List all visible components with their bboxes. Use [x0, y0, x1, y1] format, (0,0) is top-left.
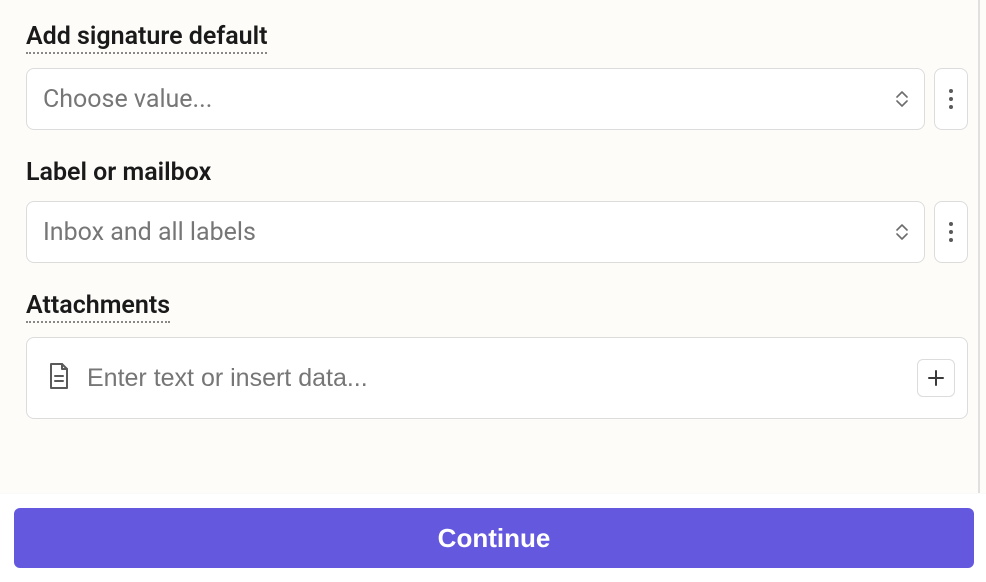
field-signature: Add signature default Choose value... [26, 22, 968, 130]
continue-button[interactable]: Continue [14, 508, 974, 568]
dots-vertical-icon [949, 222, 953, 242]
signature-select[interactable]: Choose value... [26, 68, 925, 130]
label-mailbox-select-placeholder: Inbox and all labels [43, 218, 896, 247]
attachments-box [26, 337, 968, 419]
chevron-up-down-icon [896, 91, 908, 107]
form-area: Add signature default Choose value... La… [0, 0, 978, 419]
field-attachments: Attachments [26, 291, 968, 419]
chevron-up-down-icon [896, 224, 908, 240]
label-mailbox-label: Label or mailbox [26, 158, 211, 187]
attachments-add-button[interactable] [917, 359, 955, 397]
file-icon [47, 362, 71, 394]
signature-options-button[interactable] [934, 68, 968, 130]
plus-icon [927, 369, 945, 387]
label-mailbox-select[interactable]: Inbox and all labels [26, 201, 925, 263]
attachments-input[interactable] [87, 364, 901, 393]
field-label-mailbox: Label or mailbox Inbox and all labels [26, 158, 968, 263]
attachments-label: Attachments [26, 291, 170, 323]
footer: Continue [0, 493, 986, 582]
signature-label: Add signature default [26, 22, 267, 54]
signature-select-placeholder: Choose value... [43, 85, 896, 114]
label-mailbox-options-button[interactable] [934, 201, 968, 263]
dots-vertical-icon [949, 89, 953, 109]
